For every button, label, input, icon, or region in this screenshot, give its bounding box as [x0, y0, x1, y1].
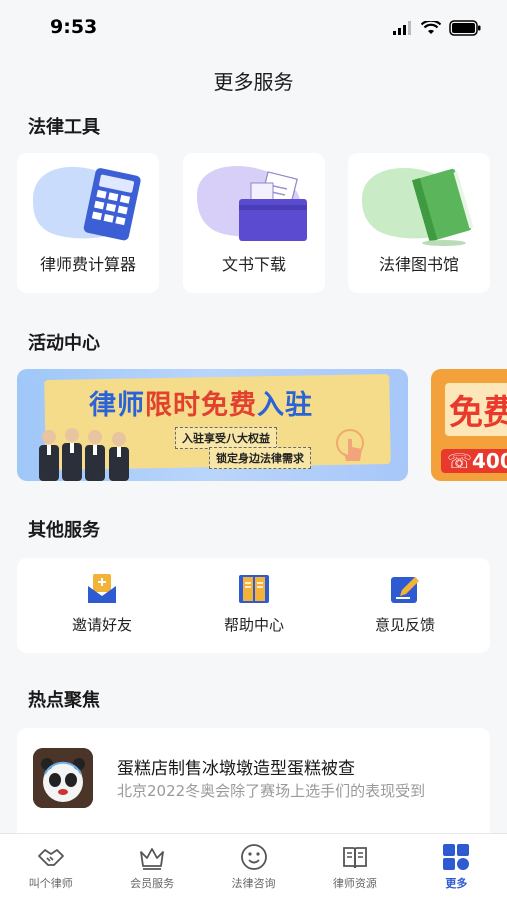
- smiley-icon: [240, 844, 267, 870]
- status-icons: [393, 20, 481, 36]
- tab-label: 叫个律师: [28, 877, 73, 890]
- banner-free-phone[interactable]: 免费 ☏400: [431, 369, 507, 481]
- tab-legal-consult[interactable]: 法律咨询: [203, 834, 304, 900]
- open-book-icon: [239, 575, 269, 603]
- service-label: 意见反馈: [374, 616, 435, 634]
- banner-headline: 律师限时免费入驻: [89, 390, 313, 421]
- service-feedback[interactable]: 意见反馈: [345, 572, 465, 635]
- section-title-legal-tools: 法律工具: [28, 117, 100, 138]
- banner-side-text: 免费: [445, 383, 507, 436]
- battery-icon: [449, 20, 481, 36]
- crown-icon: [140, 848, 165, 870]
- banner-lawyer-free-join[interactable]: 律师限时免费入驻 入驻享受八大权益 锁定身边法律需求: [17, 369, 408, 481]
- page-title: 更多服务: [213, 70, 294, 94]
- signal-icon: [393, 21, 411, 35]
- banner-sub-1: 入驻享受八大权益: [175, 427, 277, 449]
- tool-label: 文书下载: [221, 255, 286, 274]
- grid-more-icon: [443, 844, 470, 870]
- status-bar: 9:53: [0, 0, 507, 56]
- tool-card-document-download[interactable]: 文书下载: [183, 153, 325, 293]
- news-thumbnail: [33, 748, 93, 808]
- service-label: 帮助中心: [223, 616, 284, 634]
- service-label: 邀请好友: [71, 616, 132, 634]
- book-resources-icon: [343, 847, 367, 869]
- calculator-icon: [33, 166, 141, 241]
- section-title-hot-topics: 热点聚焦: [28, 690, 100, 711]
- folder-documents-icon: [197, 166, 307, 241]
- news-title: 蛋糕店制售冰墩墩造型蛋糕被查: [117, 759, 355, 779]
- section-title-other-services: 其他服务: [28, 520, 100, 541]
- book-icon: [362, 168, 474, 246]
- service-help-center[interactable]: 帮助中心: [194, 572, 314, 635]
- lawyers-group-image: [39, 428, 129, 481]
- envelope-plus-icon: [88, 574, 116, 603]
- tab-label: 会员服务: [130, 877, 175, 890]
- other-services-card: 邀请好友 帮助中心 意见反馈: [17, 558, 490, 653]
- tab-label: 律师资源: [332, 877, 377, 890]
- tool-card-legal-library[interactable]: 法律图书馆: [348, 153, 490, 293]
- handshake-icon: [37, 849, 64, 866]
- tab-label: 更多: [445, 877, 468, 890]
- tool-card-fee-calculator[interactable]: 律师费计算器: [17, 153, 159, 293]
- service-invite-friends[interactable]: 邀请好友: [42, 572, 162, 635]
- banner-side-phone: ☏400: [441, 449, 507, 473]
- tab-call-lawyer[interactable]: 叫个律师: [0, 834, 101, 900]
- status-time: 9:53: [50, 16, 98, 38]
- news-summary: 北京2022冬奥会除了赛场上选手们的表现受到: [117, 782, 426, 800]
- tab-more[interactable]: 更多: [406, 834, 507, 900]
- tab-member-services[interactable]: 会员服务: [101, 834, 202, 900]
- edit-pencil-icon: [391, 577, 419, 603]
- section-title-activity: 活动中心: [28, 333, 100, 354]
- banner-sub-2: 锁定身边法律需求: [209, 447, 311, 469]
- wifi-icon: [421, 21, 441, 34]
- tool-label: 律师费计算器: [39, 255, 136, 274]
- tab-label: 法律咨询: [231, 877, 276, 890]
- hand-pointer-icon: [336, 429, 364, 461]
- tab-lawyer-resources[interactable]: 律师资源: [304, 834, 405, 900]
- tool-label: 法律图书馆: [378, 255, 459, 274]
- bottom-tab-bar: 叫个律师 会员服务 法律咨询 律师资源 更多: [0, 833, 507, 900]
- news-item[interactable]: 蛋糕店制售冰墩墩造型蛋糕被查 北京2022冬奥会除了赛场上选手们的表现受到: [17, 728, 490, 838]
